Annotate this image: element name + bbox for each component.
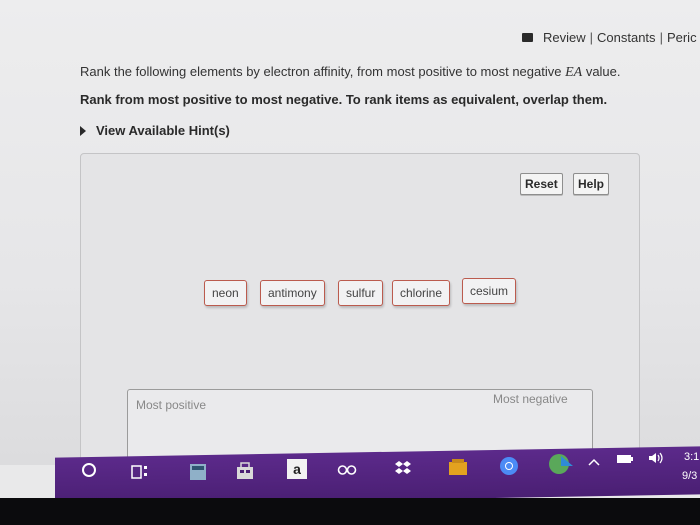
separator: | — [589, 30, 594, 45]
review-link[interactable]: Review — [543, 30, 586, 45]
store-icon[interactable] — [235, 461, 255, 481]
battery-icon[interactable] — [615, 452, 635, 466]
taskbar — [55, 446, 700, 506]
ea-symbol: EA — [565, 65, 583, 80]
view-hints-toggle[interactable]: View Available Hint(s) — [80, 123, 230, 138]
most-negative-label: Most negative — [493, 392, 568, 406]
chrome-icon[interactable] — [498, 455, 520, 477]
constants-link[interactable]: Constants — [597, 30, 656, 45]
task-view-icon[interactable] — [130, 463, 150, 481]
help-button[interactable]: Help — [573, 173, 610, 195]
hint-label: View Available Hint(s) — [96, 123, 230, 138]
periodic-table-link[interactable]: Peric — [667, 30, 697, 45]
reset-button[interactable]: Reset — [520, 173, 563, 195]
most-positive-label: Most positive — [136, 398, 207, 412]
item-sulfur[interactable]: sulfur — [338, 280, 384, 306]
infinity-icon[interactable] — [336, 462, 358, 478]
network-icon[interactable] — [546, 451, 576, 477]
instruction-text: Rank from most positive to most negative… — [80, 92, 608, 107]
cortana-circle-icon[interactable] — [80, 461, 98, 479]
amazon-icon[interactable]: a — [287, 459, 307, 479]
app-icon[interactable] — [447, 457, 469, 477]
item-neon[interactable]: neon — [204, 280, 247, 306]
question-suffix: value. — [582, 64, 621, 79]
caret-right-icon — [80, 125, 86, 136]
separator: | — [659, 30, 663, 45]
volume-icon[interactable] — [646, 450, 666, 466]
question-text: Rank the following elements by electron … — [80, 64, 621, 81]
item-chlorine[interactable]: chlorine — [392, 280, 451, 306]
screen-bezel — [0, 498, 700, 525]
chevron-up-icon[interactable] — [587, 455, 601, 469]
clock-time[interactable]: 3:1 — [684, 451, 699, 463]
question-prefix: Rank the following elements by electron … — [80, 64, 566, 79]
book-icon — [522, 33, 533, 42]
item-cesium[interactable]: cesium — [462, 278, 517, 304]
calculator-icon[interactable] — [188, 462, 208, 482]
item-antimony[interactable]: antimony — [260, 280, 325, 306]
top-links: Review | Constants | Peric — [522, 30, 697, 45]
dropbox-icon[interactable] — [393, 458, 413, 478]
clock-date[interactable]: 9/3 — [682, 470, 697, 482]
